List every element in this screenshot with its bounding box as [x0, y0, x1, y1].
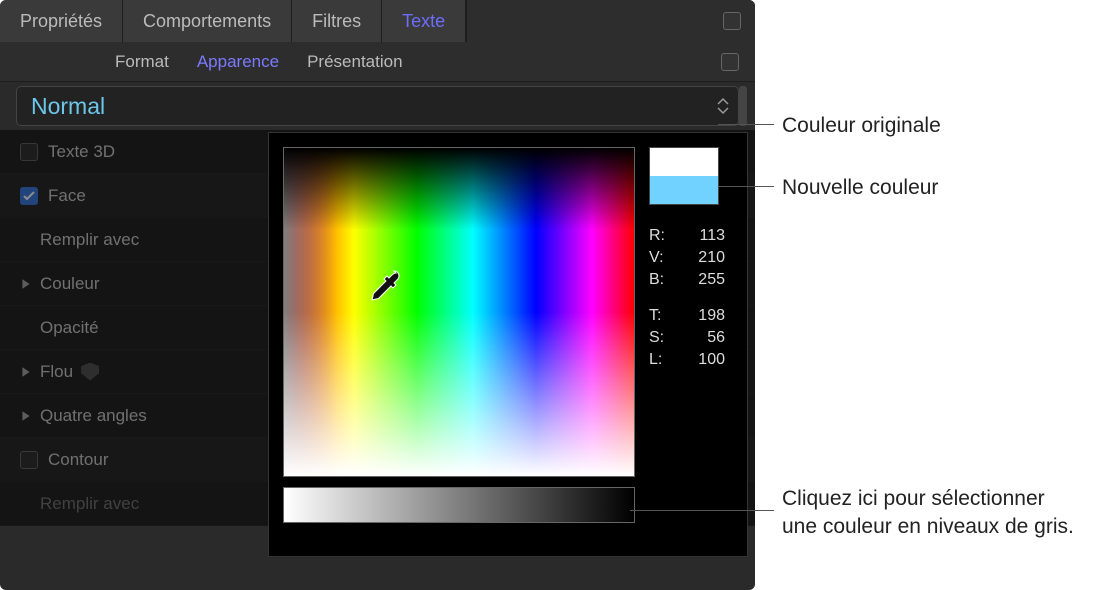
- tab-filters[interactable]: Filtres: [292, 0, 382, 42]
- leader-line: [718, 186, 774, 187]
- label-fourcorners: Quatre angles: [40, 406, 147, 426]
- new-color-swatch[interactable]: [650, 176, 718, 204]
- check-icon: [23, 191, 35, 201]
- color-picker-popover: R: 113 V: 210 B: 255 T: 198 S: 56 L: 100: [268, 132, 748, 557]
- checkbox-outline[interactable]: [20, 451, 38, 469]
- disclosure-triangle-icon[interactable]: [20, 278, 32, 290]
- tab-text[interactable]: Texte: [382, 0, 466, 42]
- readout-t-label: T:: [649, 307, 665, 325]
- annotation-new: Nouvelle couleur: [782, 174, 938, 202]
- tab-properties[interactable]: Propriétés: [0, 0, 123, 42]
- label-fillwith2: Remplir avec: [40, 494, 139, 514]
- annotation-gray: Cliquez ici pour sélectionner une couleu…: [782, 485, 1082, 542]
- publish-checkbox-top[interactable]: [723, 12, 741, 30]
- disclosure-triangle-icon[interactable]: [20, 410, 32, 422]
- subtab-appearance[interactable]: Apparence: [197, 52, 279, 72]
- readout-s: 56: [687, 329, 725, 347]
- readout-b: 255: [687, 271, 725, 289]
- label-outline: Contour: [48, 450, 108, 470]
- main-tabs: Propriétés Comportements Filtres Texte: [0, 0, 755, 42]
- grayscale-strip[interactable]: [283, 487, 635, 523]
- label-text3d: Texte 3D: [48, 142, 115, 162]
- readout-v: 210: [687, 249, 725, 267]
- leader-line: [630, 510, 774, 511]
- preset-row: Normal: [0, 82, 755, 130]
- inspector-panel: Propriétés Comportements Filtres Texte F…: [0, 0, 755, 590]
- label-opacity: Opacité: [40, 318, 99, 338]
- readout-b-label: B:: [649, 271, 665, 289]
- subtab-format[interactable]: Format: [115, 52, 169, 72]
- preset-dropdown[interactable]: Normal: [16, 86, 739, 126]
- readout-l-label: L:: [649, 351, 665, 369]
- readout-s-label: S:: [649, 329, 665, 347]
- scroll-handle[interactable]: [739, 86, 747, 126]
- color-readout: R: 113 V: 210 B: 255 T: 198 S: 56 L: 100: [649, 227, 725, 369]
- checkbox-face[interactable]: [20, 187, 38, 205]
- leader-line: [718, 124, 774, 125]
- color-swatch: [649, 147, 719, 205]
- readout-v-label: V:: [649, 249, 665, 267]
- label-color: Couleur: [40, 274, 100, 294]
- sub-tabs: Format Apparence Présentation: [0, 42, 755, 82]
- tab-spacer: [466, 0, 755, 42]
- tab-behaviors[interactable]: Comportements: [123, 0, 292, 42]
- disclosure-triangle-icon[interactable]: [20, 366, 32, 378]
- readout-r-label: R:: [649, 227, 665, 245]
- readout-r: 113: [687, 227, 725, 245]
- color-spectrum[interactable]: [283, 147, 635, 477]
- checkbox-text3d[interactable]: [20, 143, 38, 161]
- label-blur: Flou: [40, 362, 73, 382]
- chevron-up-icon: [717, 97, 729, 105]
- preset-label: Normal: [31, 93, 105, 120]
- publish-checkbox-sub[interactable]: [721, 53, 739, 71]
- original-color-swatch[interactable]: [650, 148, 718, 176]
- label-face: Face: [48, 186, 86, 206]
- readout-l: 100: [687, 351, 725, 369]
- label-fillwith: Remplir avec: [40, 230, 139, 250]
- eyedropper-icon: [366, 268, 402, 304]
- annotation-original: Couleur originale: [782, 112, 941, 140]
- preset-stepper[interactable]: [717, 97, 729, 115]
- shield-icon: [81, 363, 99, 381]
- chevron-down-icon: [717, 107, 729, 115]
- readout-t: 198: [687, 307, 725, 325]
- subtab-presentation[interactable]: Présentation: [307, 52, 402, 72]
